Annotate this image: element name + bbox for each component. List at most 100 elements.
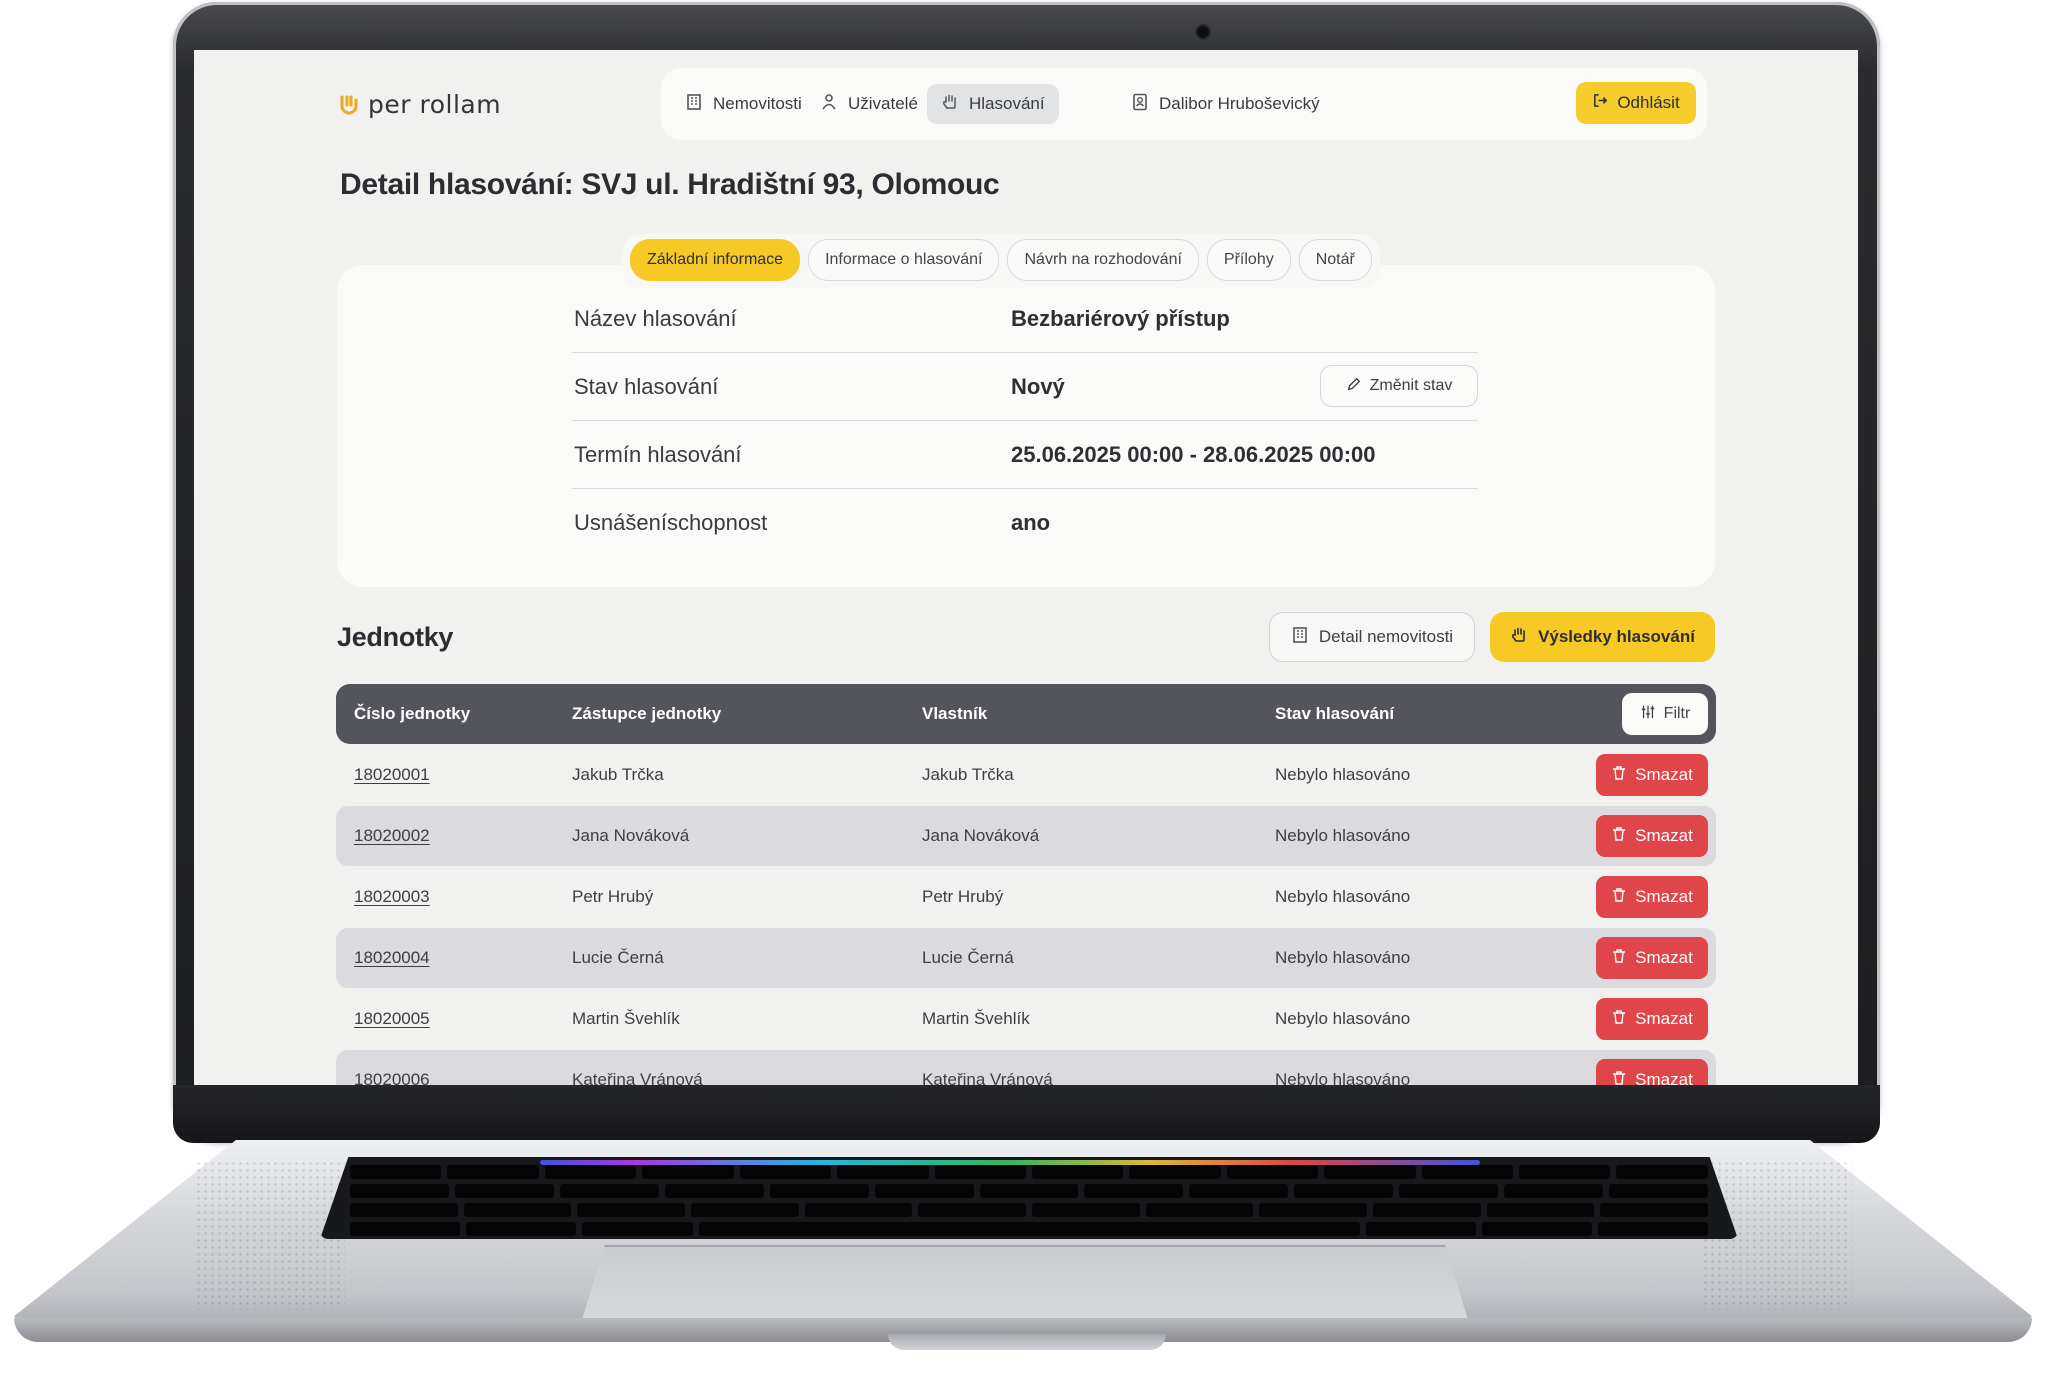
hand-logo-icon xyxy=(338,94,360,116)
unit-representative: Jakub Trčka xyxy=(572,765,664,784)
unit-number-link[interactable]: 18020004 xyxy=(354,948,430,968)
nav-item-hlasovani[interactable]: Hlasování xyxy=(927,84,1059,124)
vote-status: Nebylo hlasováno xyxy=(1275,1070,1411,1085)
laptop-bezel xyxy=(173,1085,1880,1143)
unit-owner: Kateřina Vránová xyxy=(922,1070,1053,1085)
delete-button[interactable]: Smazat xyxy=(1596,998,1708,1040)
filter-label: Filtr xyxy=(1663,705,1691,722)
user-name: Dalibor Hruboševický xyxy=(1159,94,1320,113)
top-navigation: Nemovitosti Uživatelé Hlasování Dalibor … xyxy=(661,68,1707,140)
trash-icon xyxy=(1611,826,1627,847)
nav-item-label: Uživatelé xyxy=(848,94,918,113)
users-icon xyxy=(820,93,838,116)
logout-icon xyxy=(1592,92,1609,114)
tab-navrh-na-rozhodovani[interactable]: Návrh na rozhodování xyxy=(1007,239,1199,281)
vote-status: Nebylo hlasováno xyxy=(1275,826,1411,845)
column-header[interactable]: Stav hlasování xyxy=(1275,704,1394,724)
nav-item-nemovitosti[interactable]: Nemovitosti xyxy=(671,84,816,124)
nav-item-label: Hlasování xyxy=(969,94,1045,113)
keyboard xyxy=(320,1157,1738,1239)
trash-icon xyxy=(1611,1070,1627,1086)
column-header[interactable]: Číslo jednotky xyxy=(354,704,470,724)
unit-representative: Petr Hrubý xyxy=(572,887,654,906)
info-label: Termín hlasování xyxy=(574,441,742,467)
camera xyxy=(1197,26,1209,38)
logout-label: Odhlásit xyxy=(1617,93,1680,112)
unit-number-link[interactable]: 18020001 xyxy=(354,765,430,785)
user-menu[interactable]: Dalibor Hruboševický xyxy=(1117,84,1334,124)
change-state-button[interactable]: Změnit stav xyxy=(1320,365,1478,407)
info-value: Bezbariérový přístup xyxy=(1011,305,1230,331)
column-header[interactable]: Zástupce jednotky xyxy=(572,704,721,724)
table-row: 18020005 Martin Švehlík Martin Švehlík N… xyxy=(336,989,1716,1049)
filter-button[interactable]: Filtr xyxy=(1622,693,1708,735)
logo-text: per rollam xyxy=(368,90,502,119)
unit-number-link[interactable]: 18020002 xyxy=(354,826,430,846)
tab-zakladni-informace[interactable]: Základní informace xyxy=(630,239,801,281)
vote-status: Nebylo hlasováno xyxy=(1275,1009,1411,1028)
hand-icon xyxy=(1510,626,1528,649)
sliders-icon xyxy=(1640,704,1656,725)
logo[interactable]: per rollam xyxy=(338,90,501,119)
unit-owner: Jakub Trčka xyxy=(922,765,1014,784)
logout-button[interactable]: Odhlásit xyxy=(1576,82,1696,124)
table-header: Číslo jednotky Zástupce jednotky Vlastní… xyxy=(336,684,1716,744)
trash-icon xyxy=(1611,948,1627,969)
tab-informace-o-hlasovani[interactable]: Informace o hlasování xyxy=(808,239,1000,281)
unit-owner: Jana Nováková xyxy=(922,826,1040,845)
touch-bar xyxy=(540,1160,1480,1165)
vote-status: Nebylo hlasováno xyxy=(1275,887,1411,906)
vote-status: Nebylo hlasováno xyxy=(1275,948,1411,967)
property-detail-label: Detail nemovitosti xyxy=(1318,627,1454,646)
building-icon xyxy=(1291,626,1309,649)
info-row-term: Termín hlasování 25.06.2025 00:00 - 28.0… xyxy=(572,421,1478,489)
voting-results-button[interactable]: Výsledky hlasování xyxy=(1490,612,1715,662)
info-value: Nový xyxy=(1011,373,1065,399)
delete-label: Smazat xyxy=(1635,948,1693,967)
tab-notar[interactable]: Notář xyxy=(1298,239,1372,281)
vote-status: Nebylo hlasováno xyxy=(1275,765,1411,784)
nav-item-label: Nemovitosti xyxy=(713,94,802,113)
table-row: 18020002 Jana Nováková Jana Nováková Neb… xyxy=(336,806,1716,866)
units-table: Číslo jednotky Zástupce jednotky Vlastní… xyxy=(336,684,1716,1085)
unit-representative: Martin Švehlík xyxy=(572,1009,680,1028)
delete-label: Smazat xyxy=(1635,765,1693,784)
unit-owner: Martin Švehlík xyxy=(922,1009,1030,1028)
column-header[interactable]: Vlastník xyxy=(922,704,987,724)
delete-label: Smazat xyxy=(1635,826,1693,845)
property-detail-button[interactable]: Detail nemovitosti xyxy=(1269,612,1475,662)
page-title: Detail hlasování: SVJ ul. Hradištní 93, … xyxy=(340,168,1000,201)
unit-number-link[interactable]: 18020005 xyxy=(354,1009,430,1029)
hand-icon xyxy=(941,93,959,116)
info-row-state: Stav hlasování Nový Změnit stav xyxy=(572,353,1478,421)
unit-representative: Lucie Černá xyxy=(572,948,664,967)
delete-button[interactable]: Smazat xyxy=(1596,937,1708,979)
info-row-name: Název hlasování Bezbariérový přístup xyxy=(572,285,1478,353)
delete-label: Smazat xyxy=(1635,1009,1693,1028)
tab-prilohy[interactable]: Přílohy xyxy=(1206,239,1291,281)
info-label: Usnášeníschopnost xyxy=(574,510,768,535)
info-value: ano xyxy=(1011,510,1051,535)
delete-button[interactable]: Smazat xyxy=(1596,876,1708,918)
delete-button[interactable]: Smazat xyxy=(1596,754,1708,796)
nav-item-uzivatele[interactable]: Uživatelé xyxy=(806,84,932,124)
info-card: Název hlasování Bezbariérový přístup Sta… xyxy=(337,265,1715,587)
delete-label: Smazat xyxy=(1635,1070,1693,1085)
delete-button[interactable]: Smazat xyxy=(1596,1059,1708,1085)
unit-number-link[interactable]: 18020006 xyxy=(354,1070,430,1085)
info-value: 25.06.2025 00:00 - 28.06.2025 00:00 xyxy=(1011,441,1376,467)
table-row: 18020006 Kateřina Vránová Kateřina Vráno… xyxy=(336,1050,1716,1085)
delete-button[interactable]: Smazat xyxy=(1596,815,1708,857)
info-row-quorum: Usnášeníschopnost ano xyxy=(572,489,1478,557)
table-row: 18020003 Petr Hrubý Petr Hrubý Nebylo hl… xyxy=(336,867,1716,927)
table-row: 18020001 Jakub Trčka Jakub Trčka Nebylo … xyxy=(336,745,1716,805)
unit-representative: Jana Nováková xyxy=(572,826,690,845)
trash-icon xyxy=(1611,765,1627,786)
tab-bar: Základní informace Informace o hlasování… xyxy=(622,234,1380,288)
unit-number-link[interactable]: 18020003 xyxy=(354,887,430,907)
edit-icon xyxy=(1346,376,1362,397)
building-icon xyxy=(685,93,703,116)
info-label: Stav hlasování xyxy=(574,373,719,399)
screen: per rollam Nemovitosti Uživatelé Hlasová… xyxy=(194,50,1858,1085)
trash-icon xyxy=(1611,1009,1627,1030)
